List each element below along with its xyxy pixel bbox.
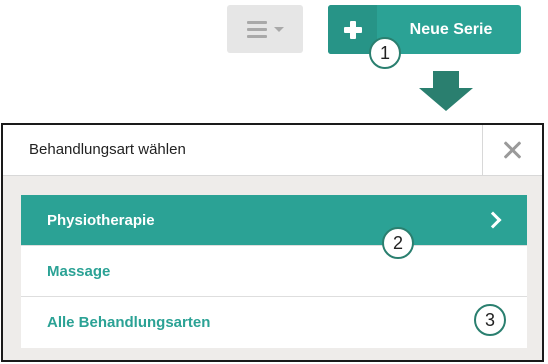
treatment-option-list: Physiotherapie Massage Alle Behandlungsa… xyxy=(21,195,527,348)
option-alle-behandlungsarten[interactable]: Alle Behandlungsarten xyxy=(21,297,527,348)
option-label: Alle Behandlungsarten xyxy=(47,314,211,331)
chevron-right-icon xyxy=(484,211,502,229)
step-badge-1: 1 xyxy=(369,37,401,69)
option-massage[interactable]: Massage xyxy=(21,246,527,297)
step-badge-3: 3 xyxy=(474,304,506,336)
dialog-title: Behandlungsart wählen xyxy=(29,141,186,158)
step-badge-2: 2 xyxy=(382,227,414,259)
caret-down-icon xyxy=(273,26,284,32)
option-label: Physiotherapie xyxy=(47,211,155,229)
close-button[interactable] xyxy=(482,125,542,175)
hamburger-menu-icon xyxy=(246,20,267,38)
dialog-body: Physiotherapie Massage Alle Behandlungsa… xyxy=(3,176,542,360)
plus-icon xyxy=(343,20,362,39)
dialog-header: Behandlungsart wählen xyxy=(3,125,542,176)
down-arrow-icon xyxy=(419,71,473,111)
menu-dropdown-button[interactable] xyxy=(227,5,303,53)
new-series-button[interactable]: Neue Serie xyxy=(328,5,521,54)
new-series-label: Neue Serie xyxy=(409,20,493,38)
option-label: Massage xyxy=(47,262,111,280)
option-physiotherapie[interactable]: Physiotherapie xyxy=(21,195,527,246)
close-icon xyxy=(504,141,522,159)
treatment-type-dialog: Behandlungsart wählen Physiotherapie Mas… xyxy=(1,123,544,362)
